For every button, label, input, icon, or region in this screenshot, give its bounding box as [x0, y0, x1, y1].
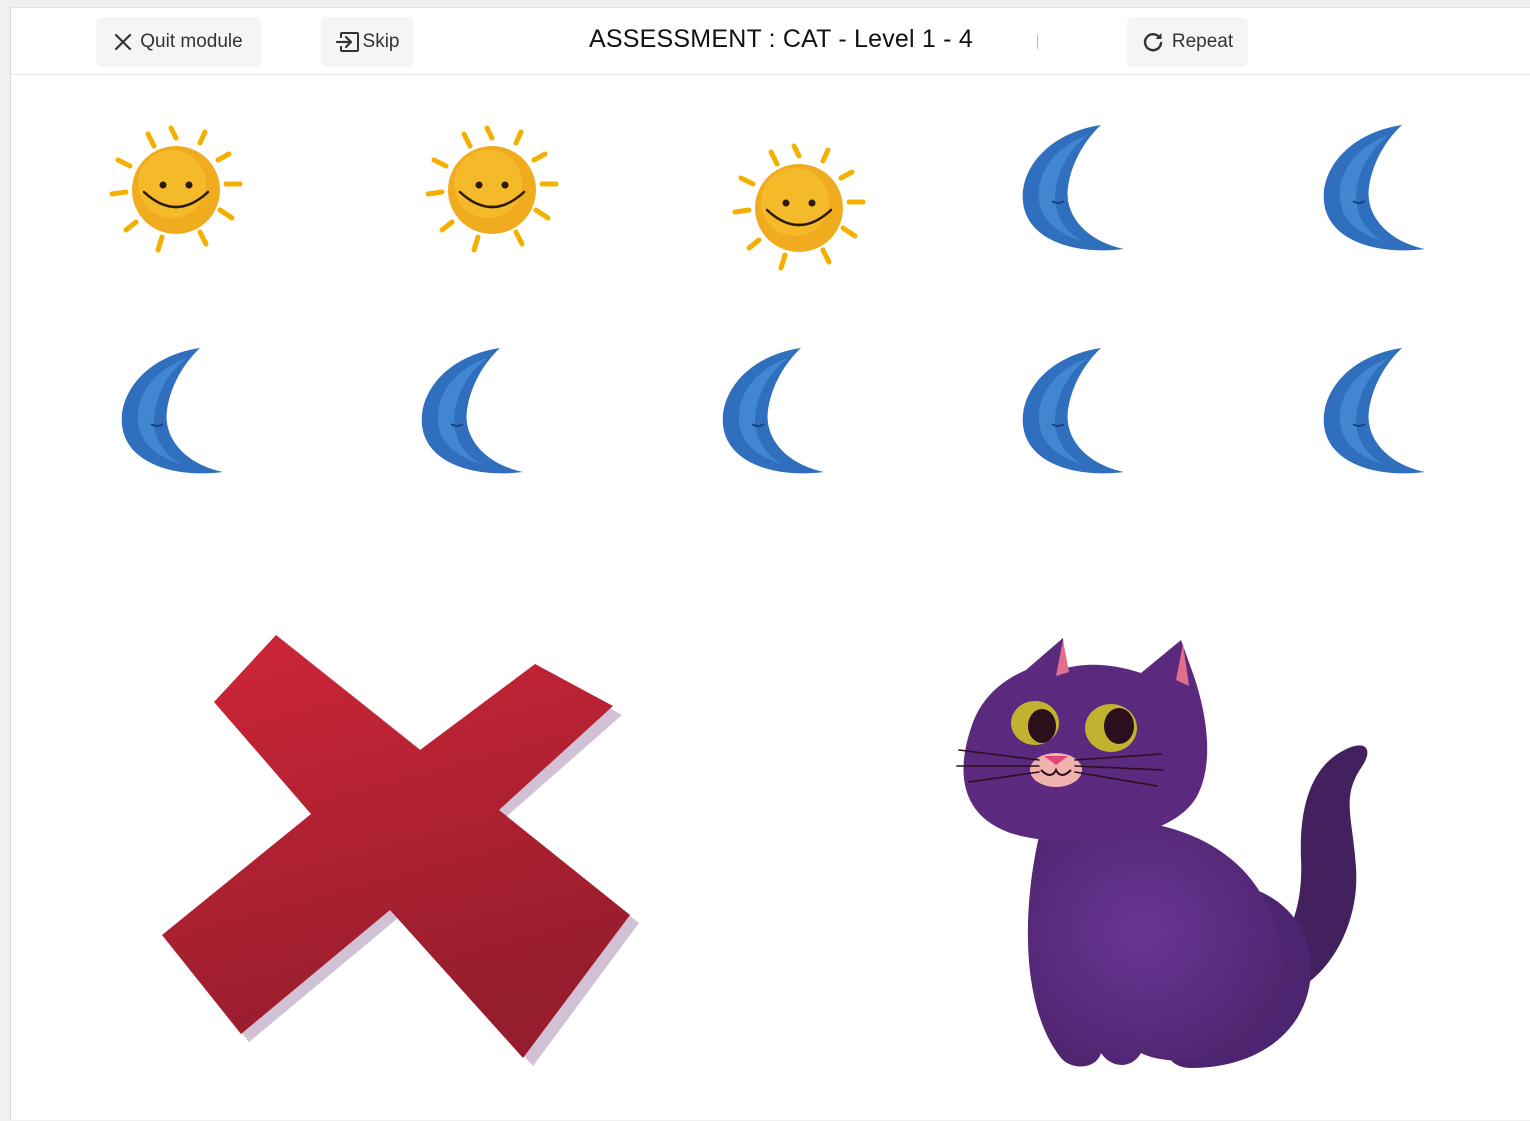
quit-module-button[interactable]: Quit module [96, 17, 261, 67]
top-bar: Quit module Skip ASSESSMENT : CAT - Leve… [11, 8, 1530, 75]
moon-image [722, 348, 824, 474]
sun-image [109, 125, 243, 253]
repeat-label: Repeat [1171, 31, 1234, 52]
moon-image [1022, 348, 1124, 474]
skip-button[interactable]: Skip [321, 17, 414, 67]
page-title: ASSESSMENT : CAT - Level 1 - 4 [589, 25, 973, 53]
moon-image [1323, 348, 1425, 474]
repeat-button[interactable]: Repeat [1127, 17, 1248, 67]
moon-image [1022, 125, 1124, 251]
app-window: Quit module Skip ASSESSMENT : CAT - Leve… [10, 7, 1530, 1120]
sun-image [425, 125, 559, 253]
quit-module-label: Quit module [140, 31, 243, 52]
skip-label: Skip [362, 31, 400, 52]
moon-image [1323, 125, 1425, 251]
divider [1037, 35, 1038, 49]
moon-image [421, 348, 523, 474]
moon-image [121, 348, 223, 474]
sun-image [732, 143, 866, 271]
repeat-icon [1143, 33, 1163, 52]
skip-icon [335, 32, 359, 52]
wrong-answer-button[interactable] [141, 618, 641, 1088]
cat-answer-button[interactable] [931, 618, 1401, 1088]
close-icon [115, 33, 132, 51]
